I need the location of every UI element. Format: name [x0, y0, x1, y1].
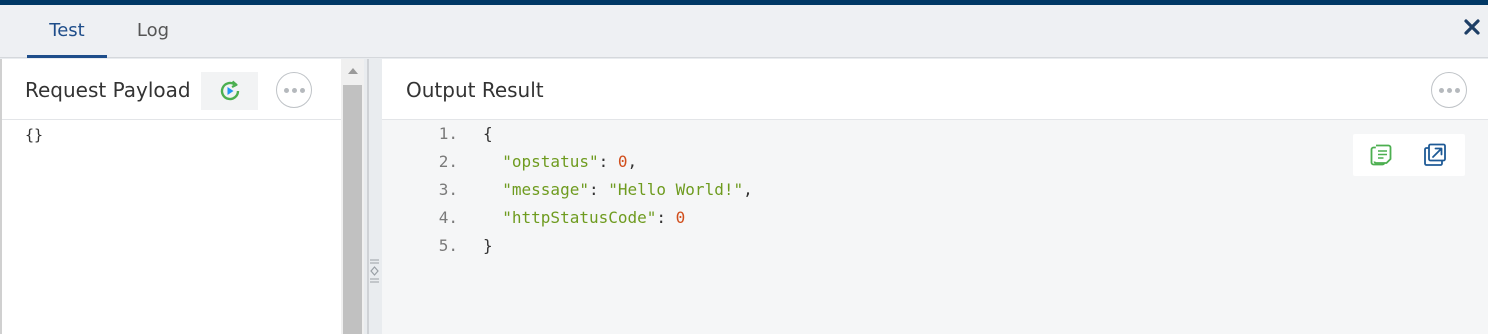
json-str: "Hello World!" [608, 180, 744, 199]
tab-log-label: Log [136, 20, 170, 41]
json-num: 0 [675, 208, 686, 227]
scrollbar-thumb[interactable] [343, 85, 362, 334]
line-number: 2. [438, 152, 458, 171]
json-punct: } [483, 236, 493, 255]
scroll-up-arrow-icon[interactable] [341, 59, 364, 83]
output-more-options-button[interactable] [1431, 72, 1467, 108]
code-line: 1. { [382, 120, 1282, 148]
tab-log[interactable]: Log [128, 5, 178, 58]
json-punct: , [627, 152, 638, 171]
json-key: "httpStatusCode" [483, 208, 657, 227]
tab-test[interactable]: Test [27, 5, 107, 58]
request-payload-editor[interactable]: {} [25, 126, 43, 144]
code-line: 3. "message": "Hello World!", [382, 176, 1282, 204]
json-key: "opstatus" [483, 152, 599, 171]
code-line: 4. "httpStatusCode": 0 [382, 204, 1282, 232]
copy-output-button[interactable] [1367, 141, 1395, 169]
request-more-options-button[interactable] [276, 72, 312, 108]
tab-test-label: Test [49, 20, 85, 41]
json-key: "message" [483, 180, 589, 199]
json-num: 0 [617, 152, 628, 171]
json-punct: : [598, 152, 618, 171]
request-scrollbar[interactable] [341, 59, 364, 334]
close-icon[interactable] [1460, 15, 1484, 39]
json-punct: : [656, 208, 676, 227]
json-punct: , [743, 180, 753, 199]
active-tab-indicator [27, 55, 107, 58]
copy-icon [1370, 144, 1392, 166]
popout-output-button[interactable] [1421, 141, 1449, 169]
code-text: { [483, 120, 493, 148]
line-number: 3. [438, 180, 458, 199]
divider [2, 119, 343, 120]
panel-splitter[interactable] [364, 59, 382, 334]
line-number: 4. [438, 208, 458, 227]
request-payload-panel: Request Payload {} [0, 59, 343, 334]
code-text: "httpStatusCode": 0 [483, 204, 685, 232]
code-line: 5.} [382, 232, 1282, 260]
code-text: "opstatus": 0, [483, 148, 637, 176]
output-result-panel: Output Result 1.{2. "opstatus": 0, 3. "me… [382, 59, 1488, 334]
output-code-viewer[interactable]: 1.{2. "opstatus": 0, 3. "message": "Hello… [382, 120, 1488, 334]
run-refresh-icon [220, 80, 239, 101]
tab-bar: Test Log [0, 5, 1488, 58]
run-test-button[interactable] [201, 72, 258, 110]
json-punct: : [588, 180, 609, 199]
code-text: "message": "Hello World!", [483, 176, 753, 204]
popout-icon [1424, 143, 1446, 166]
output-toolbar [1353, 134, 1465, 176]
line-number: 1. [438, 124, 458, 143]
splitter-grip-icon[interactable] [369, 257, 381, 287]
code-text: } [483, 232, 493, 260]
json-punct: { [483, 124, 493, 143]
line-number: 5. [438, 236, 458, 255]
splitter-line [367, 59, 369, 334]
request-payload-title: Request Payload [25, 78, 191, 102]
output-result-title: Output Result [406, 78, 544, 102]
code-line: 2. "opstatus": 0, [382, 148, 1282, 176]
